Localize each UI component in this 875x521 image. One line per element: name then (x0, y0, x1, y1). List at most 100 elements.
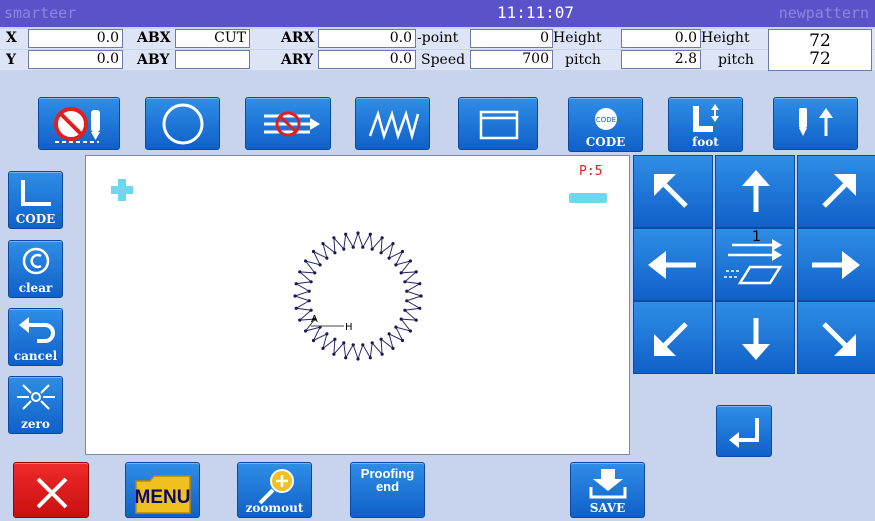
x-label: X (6, 30, 17, 46)
move-left-button[interactable] (633, 228, 713, 301)
arrow-up-icon (742, 170, 770, 212)
stitch-point (380, 352, 384, 356)
needle-up-button[interactable] (773, 97, 858, 150)
stitch-point (311, 249, 316, 254)
pitch-value: 2.8 (621, 50, 701, 69)
ary-label: ARY (281, 52, 314, 68)
point-a-label: A (311, 314, 318, 325)
foot-button[interactable]: foot (668, 97, 743, 152)
pitch-label: pitch (565, 52, 601, 68)
close-button[interactable] (13, 462, 89, 518)
stitch-point (313, 271, 317, 275)
stitch-point (399, 317, 403, 321)
no-sew-button[interactable] (38, 97, 120, 150)
point-h-label: H (345, 322, 353, 333)
move-up-right-button[interactable] (797, 155, 875, 228)
stitch-point (307, 299, 311, 303)
circle-button[interactable] (145, 97, 220, 150)
svg-text:CODE: CODE (596, 116, 616, 124)
menu-button[interactable]: MENU (125, 462, 200, 518)
aby-value (175, 50, 250, 69)
stitch-point (321, 242, 325, 246)
height2-value: 72 (809, 31, 831, 51)
stitch-point (414, 270, 418, 274)
stitch-point (332, 236, 336, 240)
converge-arrows-icon (17, 384, 55, 410)
arrow-down-left-icon (654, 322, 688, 356)
zoomout-button[interactable]: zoomout (237, 462, 312, 518)
undo-arrow-icon (19, 317, 55, 343)
proofing-end-button[interactable]: Proofing end (350, 462, 425, 518)
stitch-point (403, 280, 407, 284)
magnifier-icon (258, 469, 294, 505)
app-name: smarteer (4, 4, 77, 22)
presser-foot-icon (693, 104, 719, 132)
stitch-point (368, 232, 372, 236)
enter-button[interactable] (716, 405, 772, 457)
aby-label: ABY (137, 52, 170, 68)
save-download-icon (589, 469, 627, 499)
move-right-button[interactable] (797, 228, 875, 301)
stitch-point (405, 299, 409, 303)
circle-icon (162, 103, 204, 145)
enter-icon (729, 418, 759, 448)
y-label: Y (6, 52, 16, 68)
stitch-point (408, 259, 412, 263)
speed-value: 700 (470, 50, 553, 69)
arrow-up-left-icon (654, 174, 688, 208)
stitch-point (294, 306, 298, 310)
stitch-point (394, 263, 398, 267)
stitch-point (332, 352, 336, 356)
arx-label: ARX (281, 30, 315, 46)
move-down-left-button[interactable] (633, 301, 713, 374)
no-pattern-button[interactable] (245, 97, 331, 150)
cancel-button[interactable]: cancel (8, 308, 63, 366)
zero-button[interactable]: zero (8, 376, 63, 434)
code-side-button[interactable]: CODE (8, 171, 63, 229)
x-value: 0.0 (28, 29, 123, 48)
arrow-right-icon (812, 251, 860, 279)
stitch-point (418, 282, 422, 286)
abx-value: CUT (175, 29, 250, 48)
clock: 11:11:07 (497, 3, 575, 22)
stitch-point (344, 232, 348, 236)
stitch-point (344, 356, 348, 360)
stitch-point (361, 245, 365, 249)
stitch-point (325, 332, 329, 336)
stitch-point (379, 337, 383, 341)
trace-frame-button[interactable]: 1 (715, 228, 795, 301)
stitch-point (333, 337, 337, 341)
stitch-point (403, 308, 407, 312)
save-label: SAVE (589, 501, 626, 515)
frame-button[interactable] (458, 97, 538, 150)
zigzag-icon (368, 109, 420, 141)
arrow-down-icon (742, 318, 770, 360)
move-up-button[interactable] (715, 155, 795, 228)
pattern-canvas[interactable]: P:5 A H (85, 155, 630, 455)
code-toolbar-label: CODE (585, 135, 626, 149)
stitch-point (304, 329, 308, 333)
readout-row-1: X 0.0 ABX CUT ARX 0.0 -point 0 Height 0.… (0, 29, 875, 49)
stitch-point (379, 251, 383, 255)
arrow-left-icon (648, 251, 696, 279)
move-down-right-button[interactable] (797, 301, 875, 374)
stitch-point (298, 270, 302, 274)
height-pitch-box: 72 72 (768, 29, 872, 71)
pitch2-value: 72 (809, 49, 831, 69)
code-badge-icon: CODE (595, 108, 617, 130)
stitch-point (368, 356, 372, 360)
move-up-left-button[interactable] (633, 155, 713, 228)
stitch-point (309, 280, 313, 284)
copyright-icon (22, 247, 50, 275)
window-icon (479, 110, 519, 140)
zero-label: zero (21, 417, 50, 431)
move-down-button[interactable] (715, 301, 795, 374)
no-pattern-icon (264, 111, 320, 137)
zigzag-button[interactable] (355, 97, 430, 150)
stitch-point (342, 247, 346, 251)
clear-button[interactable]: clear (8, 240, 63, 298)
code-toolbar-button[interactable]: CODE CODE (568, 97, 643, 152)
save-button[interactable]: SAVE (570, 462, 645, 518)
stitch-pattern: A H (293, 231, 423, 361)
point-value: 0 (470, 29, 553, 48)
